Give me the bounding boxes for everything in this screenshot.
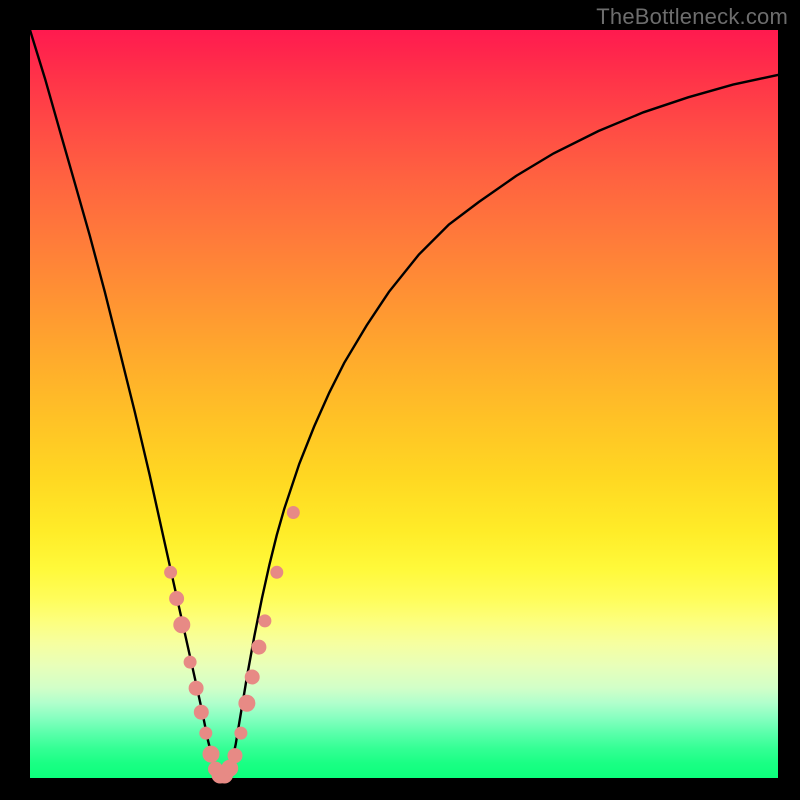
chart-canvas: TheBottleneck.com [0,0,800,800]
data-marker [228,749,242,763]
chart-overlay [30,30,778,778]
data-marker [194,705,208,719]
data-marker [235,727,247,739]
data-marker [184,656,196,668]
data-marker [239,695,255,711]
watermark-text: TheBottleneck.com [596,4,788,30]
data-marker [174,617,190,633]
bottleneck-curve [30,30,778,777]
data-marker [252,640,266,654]
data-marker [189,681,203,695]
data-marker [170,592,184,606]
data-marker [200,727,212,739]
data-marker [245,670,259,684]
data-markers [165,507,300,784]
data-marker [271,566,283,578]
data-marker [259,615,271,627]
plot-area [30,30,778,778]
data-marker [203,746,219,762]
data-marker [287,507,299,519]
data-marker [165,566,177,578]
